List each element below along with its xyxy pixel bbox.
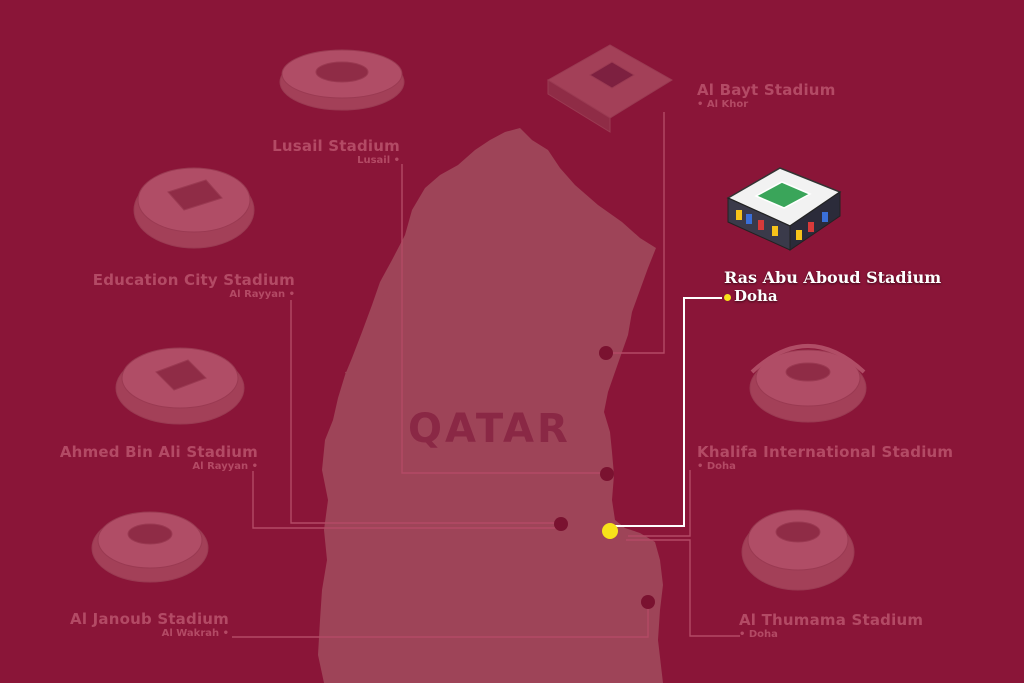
stadium-name: Khalifa International Stadium [697,443,954,461]
stadium-city-highlighted: Doha [724,287,941,305]
stadium-label-lusail: Lusail Stadium Lusail • [272,137,400,166]
marker-al-janoub [641,595,655,609]
stadium-name: Al Janoub Stadium [70,610,229,628]
stadium-map: QATAR Lusail Stadium Lusail • Al Bayt St… [0,0,1024,683]
stadium-label-al-thumama: Al Thumama Stadium • Doha [739,611,923,640]
khalifa-stadium-icon [749,344,867,423]
stadium-name: Al Bayt Stadium [697,81,836,99]
ras-abu-aboud-stadium-icon [726,167,842,251]
stadium-label-ras-abu-aboud: Ras Abu Aboud Stadium Doha [724,268,941,305]
city-dot-icon [724,293,731,301]
stadium-label-khalifa: Khalifa International Stadium • Doha [697,443,953,472]
stadium-city: Al Wakrah • [161,628,229,639]
lusail-stadium-icon [279,49,405,111]
al-thumama-stadium-icon [741,509,855,591]
stadium-label-al-bayt: Al Bayt Stadium • Al Khor [697,81,836,110]
stadium-city: Al Rayyan • [192,461,258,472]
education-city-stadium-icon [133,167,255,249]
stadium-city: Al Rayyan • [229,289,295,300]
stadium-label-al-janoub: Al Janoub Stadium Al Wakrah • [70,610,229,639]
marker-education-city [554,517,568,531]
stadium-name-highlighted: Ras Abu Aboud Stadium [724,268,942,287]
marker-lusail [600,467,614,481]
al-janoub-stadium-icon [91,511,209,583]
ahmed-bin-ali-stadium-icon [115,347,245,425]
stadium-city: Lusail • [357,155,400,166]
stadium-name: Ahmed Bin Ali Stadium [59,443,258,461]
stadium-city: • Doha [739,629,778,640]
island [346,405,360,422]
country-label: QATAR [408,406,571,452]
marker-al-bayt [599,346,613,360]
stadium-name: Education City Stadium [92,271,295,289]
al-bayt-stadium-icon [547,44,673,133]
stadium-city: • Al Khor [697,99,749,110]
stadium-city: • Doha [697,461,736,472]
stadium-label-education-city: Education City Stadium Al Rayyan • [93,271,295,300]
map-canvas [91,44,867,683]
stadium-name: Al Thumama Stadium [739,611,924,629]
stadium-name: Lusail Stadium [272,137,400,155]
stadium-label-ahmed-bin-ali: Ahmed Bin Ali Stadium Al Rayyan • [60,443,258,472]
marker-ras-abu-aboud [602,523,618,539]
